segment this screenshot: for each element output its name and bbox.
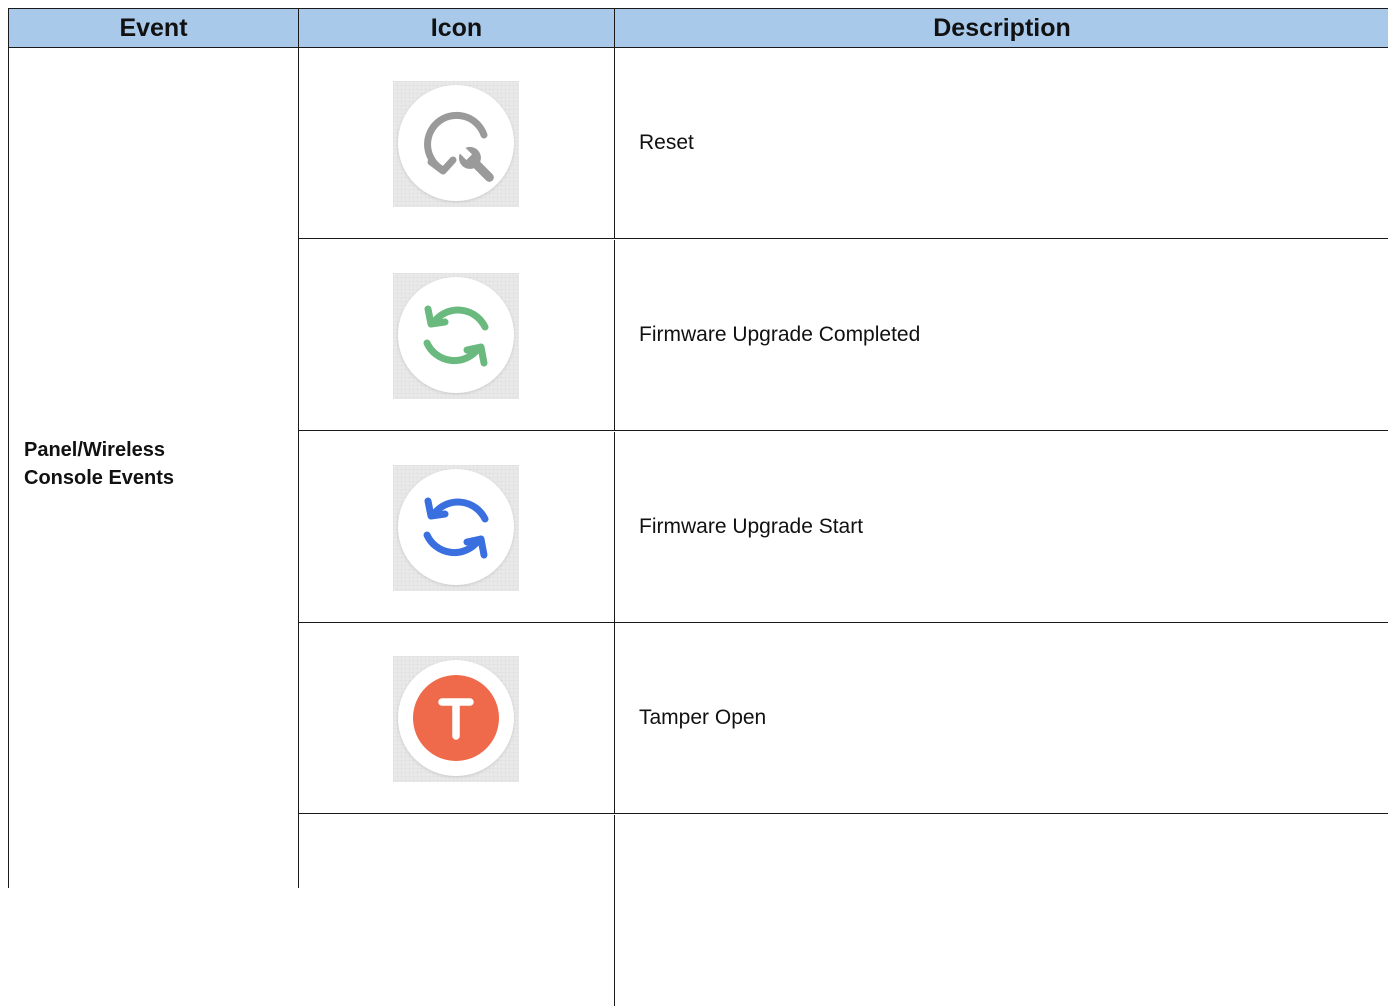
table-row: Firmware Upgrade Completed bbox=[299, 240, 1388, 431]
header-icon: Icon bbox=[299, 9, 615, 47]
description-cell bbox=[615, 815, 1388, 1006]
icon-tile bbox=[393, 656, 519, 782]
tamper-t-icon bbox=[398, 660, 514, 776]
icon-cell bbox=[299, 623, 615, 813]
description-cell: Firmware Upgrade Start bbox=[615, 432, 1388, 622]
icon-cell bbox=[299, 432, 615, 622]
table-row: Reset bbox=[299, 48, 1388, 239]
description-cell: Reset bbox=[615, 48, 1388, 238]
description-cell: Tamper Open bbox=[615, 623, 1388, 813]
icon-cell bbox=[299, 48, 615, 238]
header-event: Event bbox=[9, 9, 299, 47]
event-group-line2: Console Events bbox=[24, 467, 175, 489]
icon-tile bbox=[393, 273, 519, 399]
table-header: Event Icon Description bbox=[9, 8, 1388, 48]
header-description: Description bbox=[933, 14, 1071, 42]
events-table: Event Icon Description Panel/Wireless Co… bbox=[8, 8, 1388, 1006]
description-cell: Firmware Upgrade Completed bbox=[615, 240, 1388, 430]
description-text: Firmware Upgrade Start bbox=[639, 515, 864, 538]
description-text: Tamper Open bbox=[639, 706, 767, 729]
icon-cell bbox=[299, 240, 615, 430]
reset-wrench-icon bbox=[398, 85, 514, 201]
table-row bbox=[299, 815, 1388, 1006]
description-text: Firmware Upgrade Completed bbox=[639, 323, 921, 346]
event-group-label: Panel/Wireless Console Events bbox=[24, 436, 284, 492]
event-group-line1: Panel/Wireless bbox=[24, 439, 166, 461]
icon-cell bbox=[299, 815, 615, 1006]
table-row: Tamper Open bbox=[299, 623, 1388, 814]
event-group-cell: Panel/Wireless Console Events bbox=[9, 48, 299, 888]
sync-start-icon bbox=[398, 469, 514, 585]
description-text: Reset bbox=[639, 131, 694, 154]
icon-tile bbox=[393, 81, 519, 207]
table-row: Firmware Upgrade Start bbox=[299, 432, 1388, 623]
sync-complete-icon bbox=[398, 277, 514, 393]
icon-tile bbox=[393, 465, 519, 591]
